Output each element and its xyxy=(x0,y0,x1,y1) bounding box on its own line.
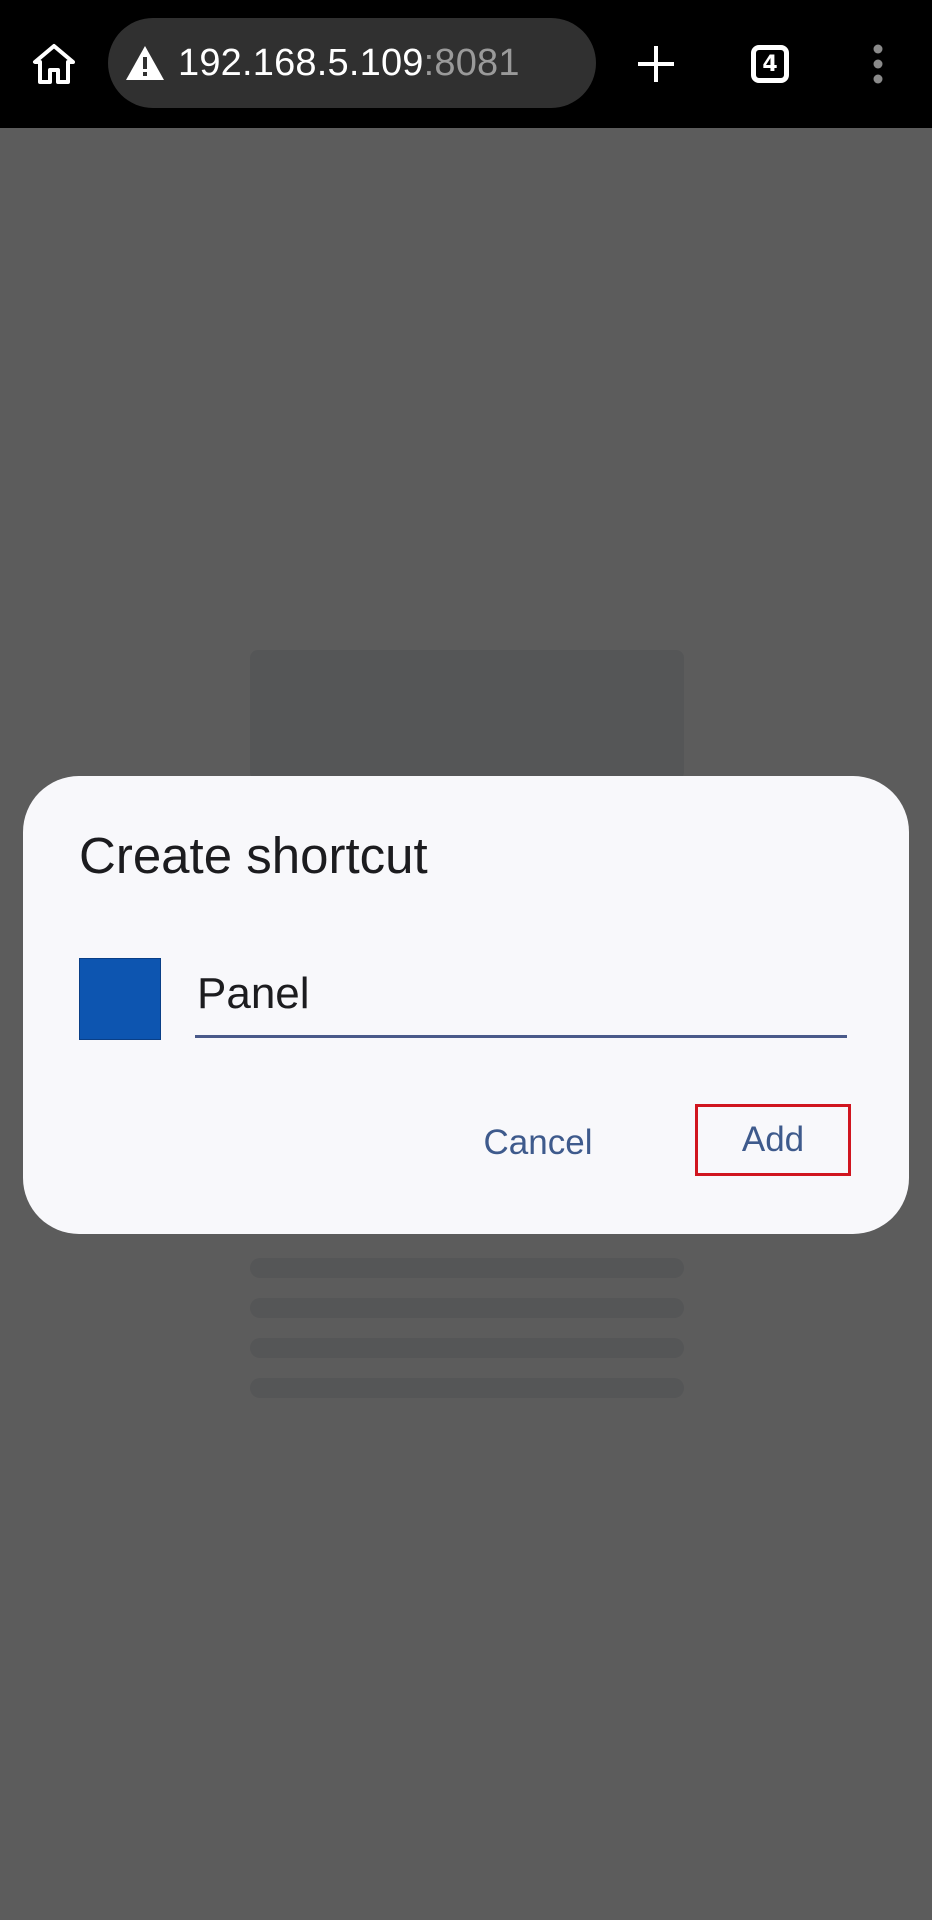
shortcut-icon xyxy=(79,958,161,1040)
url-port: :8081 xyxy=(423,41,520,84)
page-placeholder-card xyxy=(250,650,684,780)
home-button[interactable] xyxy=(22,32,86,96)
tab-switcher-button[interactable]: 4 xyxy=(738,32,802,96)
address-bar[interactable]: 192.168.5.109:8081 xyxy=(108,18,596,108)
url-text: 192.168.5.109:8081 xyxy=(178,42,520,85)
new-tab-button[interactable] xyxy=(624,32,688,96)
url-host: 192.168.5.109 xyxy=(178,41,424,84)
cancel-button[interactable]: Cancel xyxy=(463,1108,613,1178)
shortcut-name-input[interactable]: Panel xyxy=(195,952,847,1038)
page-placeholder-line xyxy=(250,1258,684,1278)
page-placeholder-line xyxy=(250,1338,684,1358)
page-placeholder-line xyxy=(250,1298,684,1318)
page-placeholder-line xyxy=(250,1378,684,1398)
plus-icon xyxy=(638,46,674,82)
warning-icon[interactable] xyxy=(122,40,168,86)
create-shortcut-dialog: Create shortcut Panel Cancel Add xyxy=(23,776,909,1234)
add-button[interactable]: Add xyxy=(695,1104,851,1176)
tab-switcher-icon: 4 xyxy=(751,45,789,83)
dialog-title: Create shortcut xyxy=(79,827,428,884)
more-vert-icon xyxy=(873,44,883,84)
menu-button[interactable] xyxy=(846,32,910,96)
browser-toolbar: 192.168.5.109:8081 4 xyxy=(0,0,932,128)
tab-count: 4 xyxy=(762,51,778,77)
home-icon xyxy=(33,44,75,84)
